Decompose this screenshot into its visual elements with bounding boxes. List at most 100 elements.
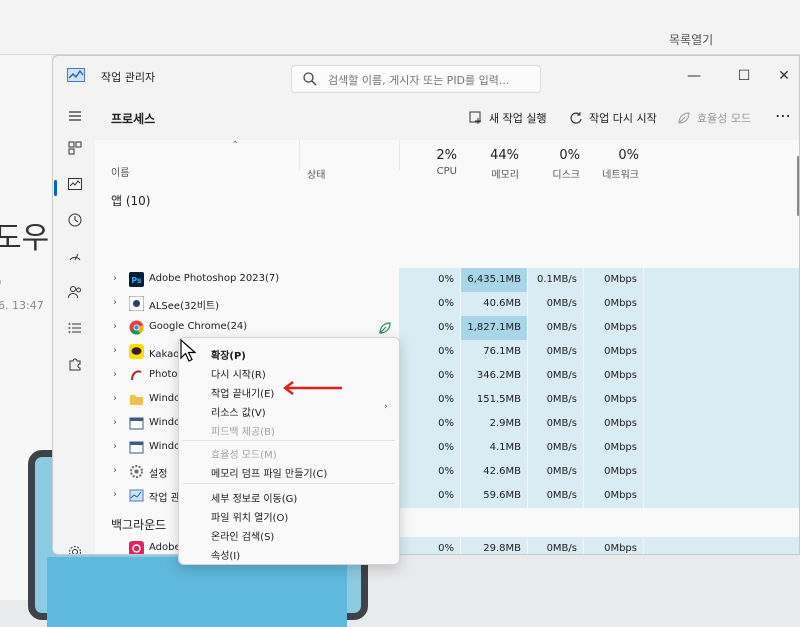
process-row[interactable]: › Ps Adobe Photoshop 2023(7) 0% 6,435.1MB 0.1… [95, 268, 799, 292]
row-filler [644, 340, 799, 364]
efficiency-leaf-icon [379, 322, 391, 334]
settings-icon [129, 464, 144, 479]
memory-value: 42.6MB [461, 460, 528, 484]
minimize-button[interactable]: — [677, 62, 711, 90]
menu-item-resource-values[interactable]: 리소스 값(V) [211, 404, 266, 419]
cpu-value: 0% [399, 412, 461, 436]
nav-processes[interactable] [61, 134, 89, 162]
users-icon [68, 286, 81, 299]
process-name: Windo [149, 441, 181, 452]
column-header-name[interactable]: 이름 [111, 164, 129, 179]
expand-chevron-icon[interactable]: › [113, 393, 117, 404]
photoshop-icon: Ps [129, 272, 144, 287]
cpu-value: 0% [399, 537, 461, 554]
nav-users[interactable] [61, 278, 89, 306]
column-header-status[interactable]: 상태 [307, 166, 325, 181]
row-filler [644, 292, 799, 316]
red-annotation-arrow-icon [283, 381, 342, 395]
hamburger-icon [69, 111, 81, 121]
efficiency-mode-label: 효율성 모드 [697, 112, 752, 125]
column-header-cpu[interactable]: CPU [399, 166, 457, 177]
network-total-percent[interactable]: 0% [584, 148, 639, 163]
column-header-disk[interactable]: 디스크 [528, 166, 580, 181]
nav-app-history[interactable] [61, 206, 89, 234]
nav-performance[interactable] [61, 170, 89, 198]
expand-chevron-icon[interactable]: › [113, 273, 117, 284]
row-filler [644, 460, 799, 484]
menu-item-properties[interactable]: 속성(I) [211, 547, 240, 562]
close-button[interactable]: ✕ [767, 62, 799, 90]
menu-item-restart[interactable]: 다시 시작(R) [211, 366, 266, 381]
menu-item-search-online[interactable]: 온라인 검색(S) [211, 528, 274, 543]
disk-total-percent[interactable]: 0% [528, 148, 580, 163]
nav-settings[interactable] [61, 538, 89, 554]
cpu-value: 0% [399, 340, 461, 364]
disk-value: 0MB/s [528, 537, 584, 554]
mouse-cursor-icon [180, 339, 197, 362]
disk-value: 0MB/s [528, 460, 584, 484]
expand-chevron-icon[interactable]: › [113, 465, 117, 476]
leaf-icon [678, 112, 690, 124]
alsee-icon [128, 295, 145, 312]
maximize-button[interactable]: ☐ [727, 62, 761, 90]
photoscape-icon [129, 368, 144, 383]
processes-icon [68, 141, 82, 155]
row-filler [644, 364, 799, 388]
efficiency-mode-button[interactable]: 효율성 모드 [677, 110, 751, 126]
nav-details[interactable] [61, 314, 89, 342]
disk-value: 0MB/s [528, 292, 584, 316]
row-filler [644, 412, 799, 436]
network-value: 0Mbps [584, 484, 644, 508]
search-input[interactable] [328, 71, 534, 89]
search-icon [303, 72, 317, 86]
expand-chevron-icon[interactable]: › [113, 297, 117, 308]
menu-item-end-task[interactable]: 작업 끝내기(E) [211, 385, 274, 400]
menu-item-expand[interactable]: 확장(P) [211, 347, 246, 362]
expand-chevron-icon[interactable]: › [113, 345, 117, 356]
cpu-total-percent[interactable]: 2% [399, 148, 457, 163]
expand-chevron-icon[interactable]: › [113, 417, 117, 428]
restart-task-button[interactable]: 작업 다시 시작 [569, 110, 657, 126]
background-app-titlebar: 목록열기 [0, 0, 800, 55]
background-timestamp-fragment: 6. 13:47 [0, 299, 44, 312]
search-box[interactable] [291, 65, 541, 93]
menu-item-open-file-location[interactable]: 파일 위치 열기(O) [211, 509, 288, 524]
menu-item-create-dump[interactable]: 메모리 덤프 파일 만들기(C) [211, 465, 327, 480]
network-value: 0Mbps [584, 316, 644, 340]
expand-chevron-icon[interactable]: › [113, 321, 117, 332]
title-bar[interactable]: 작업 관리자 — ☐ ✕ [53, 56, 799, 96]
submenu-chevron-icon: › [384, 402, 388, 412]
expand-chevron-icon[interactable]: › [113, 489, 117, 500]
process-name: 설정 [149, 469, 168, 480]
details-list-icon [68, 323, 81, 333]
performance-icon [68, 178, 82, 190]
menu-separator [183, 440, 395, 441]
row-filler [644, 316, 799, 340]
column-header-memory[interactable]: 메모리 [461, 166, 519, 181]
memory-value: 1,827.1MB [461, 316, 528, 340]
more-options-button[interactable]: ⋯ [775, 106, 792, 125]
disk-value: 0MB/s [528, 316, 584, 340]
process-row[interactable]: › ALSee(32비트) 0% 40.6MB 0MB/s 0Mbps [95, 292, 799, 316]
expand-chevron-icon[interactable]: › [113, 441, 117, 452]
folder-icon [129, 392, 144, 407]
row-filler [644, 537, 799, 554]
restart-icon [570, 112, 582, 124]
expand-chevron-icon[interactable]: › [113, 369, 117, 380]
row-filler [644, 436, 799, 460]
memory-total-percent[interactable]: 44% [461, 148, 519, 163]
process-name: Windo [149, 417, 181, 428]
context-menu: 확장(P) 다시 시작(R) 작업 끝내기(E) 리소스 값(V) › 피드백 … [178, 337, 400, 565]
services-puzzle-icon [69, 358, 81, 371]
hamburger-menu-button[interactable] [61, 102, 89, 130]
column-header-network[interactable]: 네트워크 [584, 166, 639, 181]
sort-ascending-icon[interactable]: ⌃ [231, 140, 239, 151]
memory-value: 2.9MB [461, 412, 528, 436]
cpu-value: 0% [399, 292, 461, 316]
menu-item-go-to-details[interactable]: 세부 정보로 이동(G) [211, 490, 297, 505]
new-task-button[interactable]: 새 작업 실행 [469, 110, 547, 126]
row-filler [644, 484, 799, 508]
new-task-icon [469, 111, 481, 124]
nav-startup-apps[interactable] [61, 242, 89, 270]
nav-services[interactable] [61, 350, 89, 378]
